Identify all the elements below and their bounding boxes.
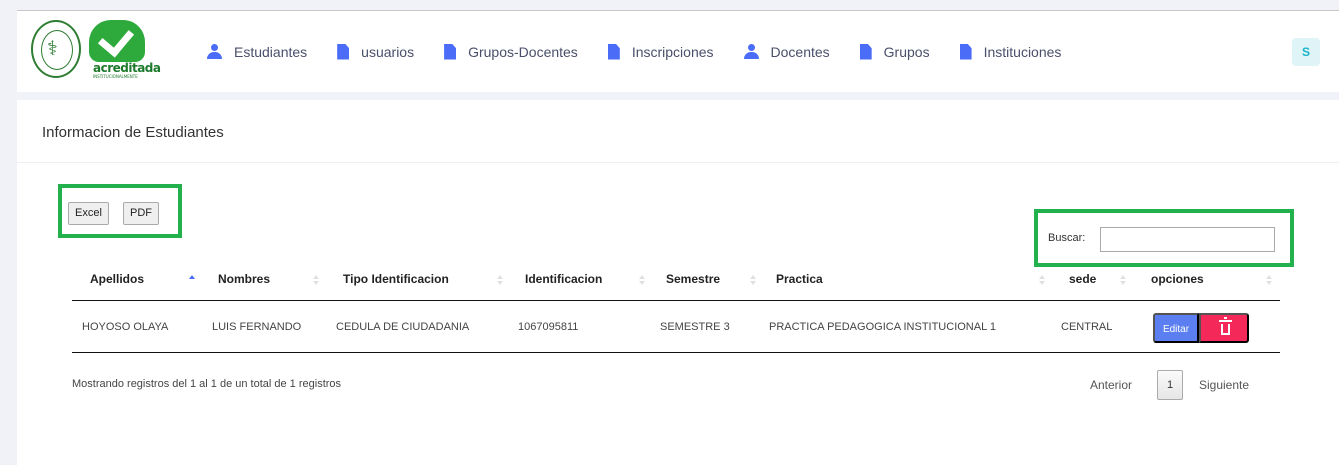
cell-apellidos: HOYOSO OLAYA <box>82 321 169 333</box>
sort-icon[interactable] <box>1119 266 1127 301</box>
column-header-sede[interactable]: sede <box>1069 266 1096 301</box>
nav-item-label: Instituciones <box>983 43 1062 60</box>
university-seal-logo: ⚕ <box>31 20 81 78</box>
sort-icon[interactable] <box>749 266 757 301</box>
pagination-page-1[interactable]: 1 <box>1157 370 1183 400</box>
nav-item-instituciones[interactable]: Instituciones <box>959 43 1062 60</box>
user-avatar[interactable]: S <box>1292 38 1320 66</box>
nav-item-label: Grupos <box>883 43 930 60</box>
user-icon <box>207 44 222 59</box>
column-header-opciones[interactable]: opciones <box>1151 266 1204 301</box>
file-icon <box>959 43 972 60</box>
nav-item-label: Estudiantes <box>234 43 308 60</box>
pdf-export-button[interactable]: PDF <box>123 202 159 225</box>
logos: ⚕ acreditada INSTITUCIONALMENTE <box>31 18 161 80</box>
accreditation-sub: INSTITUCIONALMENTE <box>93 74 138 79</box>
pagination-next[interactable]: Siguiente <box>1199 378 1249 392</box>
nav-item-label: Docentes <box>770 43 830 60</box>
sort-asc-icon[interactable] <box>188 266 196 301</box>
cell-tipo-identificacion: CEDULA DE CIUDADANIA <box>336 321 470 333</box>
user-icon <box>743 44 759 59</box>
cell-practica: PRACTICA PEDAGOGICA INSTITUCIONAL 1 <box>769 321 996 333</box>
table-row: HOYOSO OLAYA LUIS FERNANDO CEDULA DE CIU… <box>72 301 1280 353</box>
nav-item-label: usuarios <box>361 43 415 60</box>
accreditation-word: acreditada <box>93 61 161 75</box>
excel-export-button[interactable]: Excel <box>68 202 109 225</box>
nav-item-label: Grupos-Docentes <box>468 43 578 60</box>
column-header-apellidos[interactable]: Apellidos <box>90 266 144 301</box>
nav-item-grupos-docentes[interactable]: Grupos-Docentes <box>444 43 578 60</box>
edit-button[interactable]: Editar <box>1153 313 1199 343</box>
file-icon <box>444 43 457 60</box>
cell-sede: CENTRAL <box>1061 321 1113 333</box>
nav-item-usuarios[interactable]: usuarios <box>337 43 415 60</box>
nav-item-docentes[interactable]: Docentes <box>743 43 830 60</box>
cell-nombres: LUIS FERNANDO <box>212 321 302 333</box>
cell-semestre: SEMESTRE 3 <box>660 321 730 333</box>
search-label: Buscar: <box>1048 232 1086 244</box>
students-table: Apellidos Nombres Tipo Identificacion Id… <box>72 266 1280 353</box>
nav-item-grupos[interactable]: Grupos <box>859 43 930 60</box>
nav-item-inscripciones[interactable]: Inscripciones <box>607 43 714 60</box>
column-header-practica[interactable]: Practica <box>776 266 823 301</box>
cell-identificacion: 1067095811 <box>518 321 579 333</box>
column-header-identificacion[interactable]: Identificacion <box>525 266 602 301</box>
pagination-previous[interactable]: Anterior <box>1090 378 1132 392</box>
column-header-tipo-identificacion[interactable]: Tipo Identificacion <box>343 266 449 301</box>
file-icon <box>607 43 620 60</box>
nav-item-label: Inscripciones <box>631 43 714 60</box>
table-header: Apellidos Nombres Tipo Identificacion Id… <box>72 266 1280 301</box>
students-card: Informacion de Estudiantes Excel PDF Bus… <box>17 100 1339 465</box>
sort-icon[interactable] <box>312 266 320 301</box>
trash-icon <box>1219 317 1232 335</box>
delete-button[interactable] <box>1199 313 1249 343</box>
table-info: Mostrando registros del 1 al 1 de un tot… <box>72 378 342 390</box>
column-header-semestre[interactable]: Semestre <box>666 266 720 301</box>
file-icon <box>859 43 872 60</box>
sort-icon[interactable] <box>1038 266 1046 301</box>
search-input[interactable] <box>1100 227 1275 252</box>
column-header-nombres[interactable]: Nombres <box>218 266 270 301</box>
seal-emblem: ⚕ <box>47 36 58 60</box>
file-icon <box>337 43 350 60</box>
page-title: Informacion de Estudiantes <box>42 124 224 141</box>
sort-icon[interactable] <box>1265 266 1273 301</box>
sort-icon[interactable] <box>496 266 504 301</box>
main-menu: Estudiantes usuarios Grupos-Docentes Ins… <box>207 11 1091 92</box>
nav-item-estudiantes[interactable]: Estudiantes <box>207 44 307 60</box>
top-navbar: ⚕ acreditada INSTITUCIONALMENTE Estudian… <box>17 11 1339 92</box>
accreditation-logo: acreditada INSTITUCIONALMENTE <box>87 18 161 80</box>
sort-icon[interactable] <box>638 266 646 301</box>
